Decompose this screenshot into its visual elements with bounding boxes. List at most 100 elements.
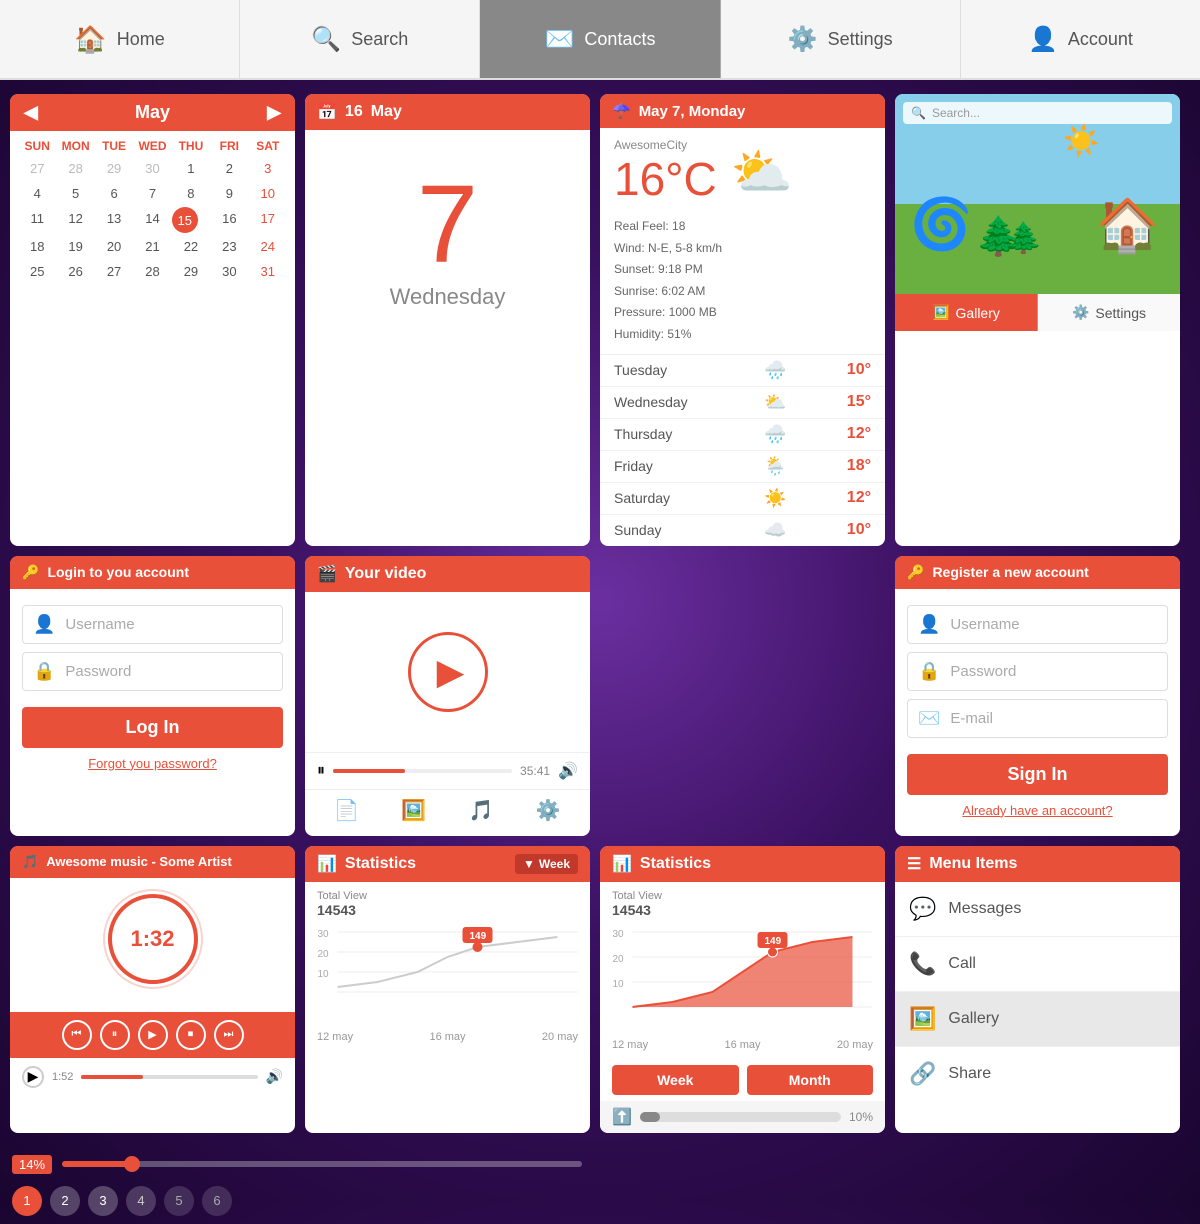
password-field[interactable]: 🔒 Password [22,652,283,691]
cal-day[interactable]: 8 [172,182,210,205]
cal-day[interactable]: 20 [95,235,133,258]
signin-button[interactable]: Sign In [907,754,1168,795]
cal-day-today[interactable]: 15 [172,207,198,233]
cal-day[interactable]: 11 [18,207,56,233]
cal-day[interactable]: 17 [249,207,287,233]
register-username-field[interactable]: 👤 Username [907,605,1168,644]
cal-day[interactable]: 16 [210,207,248,233]
cal-prev-btn[interactable]: ◀ [24,102,38,123]
day-header-tue: TUE [95,139,133,153]
page-5[interactable]: 5 [164,1186,194,1216]
have-account-link[interactable]: Already have an account? [895,803,1180,828]
pause-icon[interactable]: ⏸ [317,762,325,780]
prev-btn[interactable]: ⏮ [62,1020,92,1050]
menu-item-messages[interactable]: 💬 Messages [895,882,1180,937]
music-play-icon[interactable]: ▶ [22,1066,44,1088]
date-header: 📅 16 May [305,94,590,130]
nav-item-account[interactable]: 👤 Account [961,0,1200,78]
cal-day[interactable]: 23 [210,235,248,258]
page-2[interactable]: 2 [50,1186,80,1216]
cal-day[interactable]: 7 [133,182,171,205]
stop-btn[interactable]: ⏹ [176,1020,206,1050]
cal-day[interactable]: 21 [133,235,171,258]
page-3[interactable]: 3 [88,1186,118,1216]
cal-next-btn[interactable]: ▶ [267,102,281,123]
nav-item-search[interactable]: 🔍 Search [240,0,480,78]
page-4[interactable]: 4 [126,1186,156,1216]
weather-realfeel: Real Feel: 18 [614,216,871,238]
pause-btn[interactable]: ⏸ [100,1020,130,1050]
music-volume-icon[interactable]: 🔊 [266,1068,283,1085]
volume-icon[interactable]: 🔊 [558,761,578,781]
week-button[interactable]: Week [612,1065,739,1095]
cal-day[interactable]: 30 [210,260,248,283]
nav-home-label: Home [117,29,165,50]
cal-day[interactable]: 18 [18,235,56,258]
forgot-password-link[interactable]: Forgot you password? [10,756,295,781]
cal-day[interactable]: 28 [133,260,171,283]
forecast-temp-2: 15° [847,393,871,411]
cal-day[interactable]: 10 [249,182,287,205]
cal-day[interactable]: 28 [56,157,94,180]
video-progress-bar: ⏸ 35:41 🔊 [305,752,590,789]
cal-day[interactable]: 5 [56,182,94,205]
play-btn[interactable]: ▶ [138,1020,168,1050]
slider-thumb[interactable] [124,1156,140,1172]
cal-day[interactable]: 30 [133,157,171,180]
cal-day[interactable]: 25 [18,260,56,283]
weather-main: AwesomeCity 16°C ⛅ [600,128,885,216]
username-field[interactable]: 👤 Username [22,605,283,644]
menu-item-gallery[interactable]: 🖼️ Gallery [895,992,1180,1047]
page-1[interactable]: 1 [12,1186,42,1216]
play-button[interactable]: ▶ [408,632,488,712]
gallery-button[interactable]: 🖼️ Gallery [895,294,1038,331]
cal-day[interactable]: 14 [133,207,171,233]
stats-week-body: Total View 14543 30 20 10 149 [305,882,590,1051]
register-title: Register a new account [932,564,1088,580]
calendar-day-headers: SUN MON TUE WED THU FRI SAT [18,139,287,153]
nav-item-contacts[interactable]: ✉️ Contacts [480,0,720,78]
nav-item-settings[interactable]: ⚙️ Settings [721,0,961,78]
stats-chart-dates: 12 may 16 may 20 may [612,1039,873,1051]
week-dropdown[interactable]: ▼ Week [515,854,578,874]
slider-track[interactable] [62,1161,582,1167]
menu-item-call[interactable]: 📞 Call [895,937,1180,992]
cal-day[interactable]: 9 [210,182,248,205]
cal-day[interactable]: 29 [95,157,133,180]
cal-day[interactable]: 2 [210,157,248,180]
cal-day[interactable]: 22 [172,235,210,258]
video-tab-settings[interactable]: ⚙️ [536,798,561,823]
month-button[interactable]: Month [747,1065,874,1095]
cal-day[interactable]: 27 [95,260,133,283]
register-password-field[interactable]: 🔒 Password [907,652,1168,691]
cal-day[interactable]: 26 [56,260,94,283]
cal-day[interactable]: 12 [56,207,94,233]
cal-day[interactable]: 27 [18,157,56,180]
stats-buttons: Week Month [600,1059,885,1101]
cal-day[interactable]: 4 [18,182,56,205]
register-email-field[interactable]: ✉️ E-mail [907,699,1168,738]
cal-day[interactable]: 31 [249,260,287,283]
cal-day[interactable]: 3 [249,157,287,180]
nav-item-home[interactable]: 🏠 Home [0,0,240,78]
cal-day[interactable]: 1 [172,157,210,180]
login-button[interactable]: Log In [22,707,283,748]
cal-day[interactable]: 19 [56,235,94,258]
progress-track[interactable] [333,769,512,773]
cal-day[interactable]: 24 [249,235,287,258]
stats-main-title: Statistics [640,855,711,873]
next-btn[interactable]: ⏭ [214,1020,244,1050]
music-progress-track[interactable] [81,1075,257,1079]
menu-item-share[interactable]: 🔗 Share [895,1047,1180,1101]
settings-button[interactable]: ⚙️ Settings [1038,294,1180,331]
play-icon: ▶ [437,651,465,693]
cal-day[interactable]: 13 [95,207,133,233]
video-tab-music[interactable]: 🎵 [469,798,494,823]
forecast-icon-3: 🌧️ [764,424,786,445]
weather-main-icon: ⛅ [731,143,793,202]
video-tab-gallery[interactable]: 🖼️ [401,798,426,823]
cal-day[interactable]: 6 [95,182,133,205]
page-6[interactable]: 6 [202,1186,232,1216]
cal-day[interactable]: 29 [172,260,210,283]
video-tab-doc[interactable]: 📄 [334,798,359,823]
